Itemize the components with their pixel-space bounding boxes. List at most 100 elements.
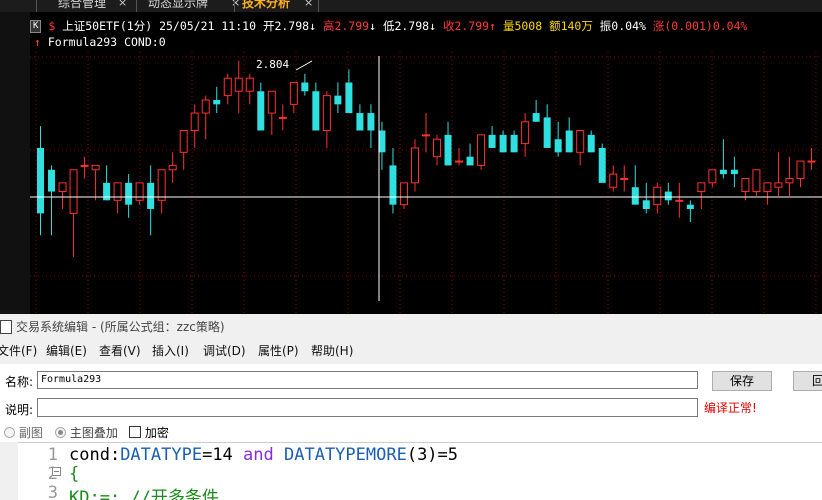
candle-body — [796, 160, 805, 179]
candlestick-chart[interactable]: 2.804 — [30, 12, 822, 314]
code-line[interactable]: cond:DATATYPE=14 and DATATYPEMORE(3)=5 — [69, 445, 458, 465]
sub-chart-option[interactable]: 副图 — [4, 424, 43, 441]
description-field[interactable] — [37, 398, 698, 417]
candle — [245, 73, 254, 105]
chart-annotation: 2.804 — [256, 58, 289, 71]
candle-body — [389, 165, 397, 205]
candle-body — [554, 139, 562, 153]
menu-file[interactable]: 文件(F) — [0, 340, 37, 362]
candle-body — [477, 134, 486, 166]
save-button[interactable]: 保存 — [712, 371, 772, 391]
candle — [642, 182, 650, 214]
candle-body — [334, 95, 342, 105]
candle-body — [642, 200, 650, 210]
candle-body — [763, 182, 772, 193]
candle-body — [135, 182, 144, 201]
candle-body — [147, 182, 155, 210]
candle — [113, 182, 122, 214]
candle-body — [201, 99, 210, 114]
candle-body — [103, 182, 111, 201]
candle — [103, 165, 111, 201]
candle — [157, 169, 166, 214]
code-token: =14 — [202, 445, 244, 465]
candle — [631, 165, 639, 205]
candle — [609, 165, 618, 192]
tab-technical-analysis[interactable]: 技术分析 × — [242, 0, 313, 12]
close-icon[interactable]: × — [231, 0, 240, 12]
checkbox-icon[interactable] — [129, 426, 141, 438]
radio-selected-icon[interactable] — [55, 427, 66, 438]
candle — [234, 60, 243, 114]
tab-dynamic-board[interactable]: 动态显示牌 × — [148, 0, 240, 12]
candle-body — [532, 113, 540, 122]
candle — [223, 73, 232, 105]
name-label: 名称: — [5, 375, 34, 389]
candle — [763, 182, 772, 205]
candle — [488, 126, 496, 148]
candle — [278, 104, 287, 131]
candle-body — [598, 147, 606, 183]
main-overlay-option[interactable]: 主图叠加 — [55, 424, 118, 441]
encrypt-option[interactable]: 加密 — [129, 424, 169, 441]
tab-label: 动态显示牌 — [148, 0, 209, 10]
code-editor[interactable]: 1cond:DATATYPE=14 and DATATYPEMORE(3)=52… — [18, 442, 822, 500]
code-line[interactable]: { — [69, 464, 79, 484]
candle-body — [455, 160, 464, 163]
candle — [554, 121, 562, 157]
candle-body — [653, 186, 662, 206]
candle-body — [179, 130, 188, 153]
menu-view[interactable]: 查看(V) — [99, 340, 141, 362]
candle-body — [521, 121, 530, 145]
sub-chart-label: 副图 — [18, 426, 43, 440]
menu-insert[interactable]: 插入(I) — [152, 340, 189, 362]
candle — [48, 165, 56, 236]
candle — [356, 104, 364, 131]
candle-body — [278, 116, 287, 119]
candle-body — [301, 82, 309, 92]
return-button[interactable]: 回 — [793, 371, 822, 391]
candle — [190, 104, 199, 148]
candle — [58, 182, 67, 210]
candle-body — [444, 134, 452, 166]
menu-help[interactable]: 帮助(H) — [311, 340, 353, 362]
name-field[interactable]: Formula293 — [37, 371, 698, 389]
encrypt-label: 加密 — [144, 426, 169, 440]
candle-body — [422, 134, 430, 137]
candle-body — [774, 182, 783, 188]
candle-body — [37, 147, 45, 214]
menu-debug[interactable]: 调试(D) — [203, 340, 246, 362]
tab-bar: 综合管理 × 动态显示牌 × 技术分析 × — [0, 0, 822, 12]
candle-body — [367, 113, 375, 131]
candle-body — [410, 147, 419, 184]
radio-icon[interactable] — [4, 427, 15, 438]
tab-comprehensive[interactable]: 综合管理 × — [58, 0, 127, 12]
menu-properties[interactable]: 属性(P) — [258, 340, 299, 362]
candle-body — [664, 191, 672, 201]
candle-body — [488, 134, 496, 148]
candle-body — [267, 90, 276, 114]
code-line[interactable]: KD:=; //开多条件 — [69, 483, 219, 500]
candle — [179, 130, 188, 170]
menu-edit[interactable]: 编辑(E) — [46, 340, 87, 362]
main-overlay-label: 主图叠加 — [69, 426, 118, 440]
candle-body — [576, 130, 585, 153]
tab-separator — [234, 0, 235, 12]
candle-body — [289, 82, 298, 105]
close-icon[interactable]: × — [118, 0, 127, 12]
code-token: KD:=; //开多条件 — [69, 488, 219, 500]
candle-body — [58, 182, 67, 193]
candle-body — [234, 77, 243, 92]
candle-body — [565, 130, 573, 153]
candle — [576, 130, 585, 166]
code-token: DATATYPEMORE — [284, 445, 407, 465]
chart-area[interactable]: K $ 上证50ETF(1分) 25/05/21 11:10 开2.798↓ 高… — [30, 12, 822, 314]
candle — [587, 130, 595, 153]
candle-body — [620, 177, 629, 180]
candle-body — [345, 82, 353, 114]
candle-body — [223, 77, 232, 97]
fold-toggle-icon[interactable]: − — [52, 467, 61, 476]
close-icon[interactable]: × — [304, 0, 313, 12]
candle — [565, 117, 573, 153]
candle-body — [113, 182, 122, 201]
candle — [543, 104, 551, 148]
